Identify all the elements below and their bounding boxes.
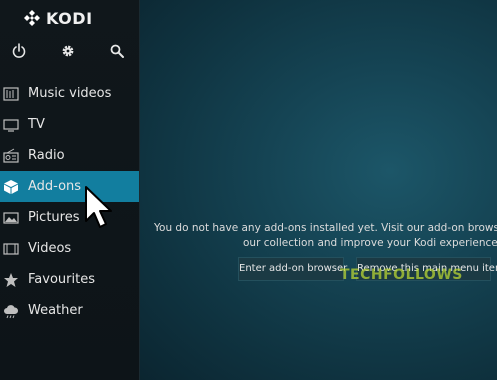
kodi-logo-icon	[24, 10, 40, 26]
menu-item-label: Add-ons	[28, 179, 82, 194]
app-title: KODI	[46, 8, 93, 28]
main-menu: Music videos TV Radio Add-ons Pictures V…	[0, 78, 139, 326]
search-icon[interactable]	[108, 42, 126, 60]
box-icon	[2, 178, 20, 196]
menu-item-add-ons[interactable]: Add-ons	[0, 171, 139, 202]
watermark: TECHFOLLOWS	[340, 267, 463, 283]
menu-item-label: Pictures	[28, 210, 80, 225]
mouse-cursor-icon	[85, 186, 112, 228]
menu-item-label: Favourites	[28, 272, 95, 287]
enter-addon-browser-button[interactable]: Enter add-on browser	[238, 257, 347, 281]
tv-icon	[2, 116, 20, 134]
menu-item-label: Music videos	[28, 86, 112, 101]
gear-icon[interactable]	[59, 42, 77, 60]
main-content: You do not have any add-ons installed ye…	[140, 0, 497, 380]
kodi-logo[interactable]: KODI	[24, 8, 93, 28]
menu-item-label: Radio	[28, 148, 65, 163]
menu-item-music-videos[interactable]: Music videos	[0, 78, 139, 109]
message-line-2: our collection and improve your Kodi exp…	[243, 237, 497, 249]
message-line-1: You do not have any add-ons installed ye…	[154, 222, 497, 234]
power-icon[interactable]	[10, 42, 28, 60]
menu-item-pictures[interactable]: Pictures	[0, 202, 139, 233]
music-video-icon	[2, 85, 20, 103]
star-icon	[2, 271, 20, 289]
film-icon	[2, 240, 20, 258]
menu-item-videos[interactable]: Videos	[0, 233, 139, 264]
menu-item-tv[interactable]: TV	[0, 109, 139, 140]
cloud-icon	[2, 302, 20, 320]
picture-icon	[2, 209, 20, 227]
top-icon-bar	[0, 42, 139, 62]
menu-item-favourites[interactable]: Favourites	[0, 264, 139, 295]
menu-item-label: Weather	[28, 303, 83, 318]
menu-item-label: TV	[28, 117, 45, 132]
radio-icon	[2, 147, 20, 165]
menu-item-label: Videos	[28, 241, 72, 256]
menu-item-radio[interactable]: Radio	[0, 140, 139, 171]
empty-addons-message: You do not have any add-ons installed ye…	[154, 221, 497, 251]
menu-item-weather[interactable]: Weather	[0, 295, 139, 326]
sidebar: KODI Music videos TV Radio Add-ons Pictu…	[0, 0, 140, 380]
